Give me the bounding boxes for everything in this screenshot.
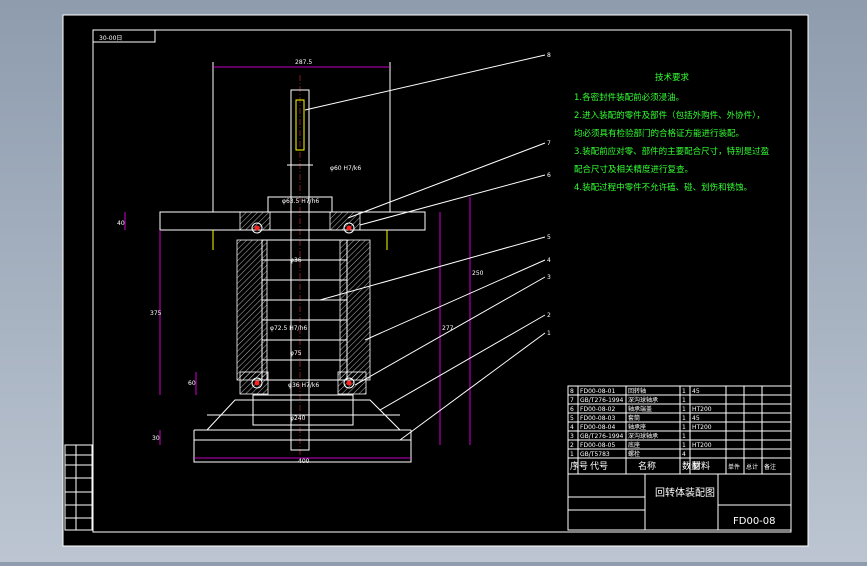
code-box-text: 30-00日 — [99, 35, 122, 42]
tech-line-3: 均必须具有检验部门的合格证方能进行装配。 — [574, 128, 744, 139]
bom-cell: 7 — [570, 397, 574, 404]
bom-cell: 深沟球轴承 — [628, 432, 658, 440]
bom-cell: 6 — [570, 406, 574, 413]
bom-cell: GB/T276-1994 — [580, 433, 624, 440]
bom-cell: HT200 — [692, 442, 712, 449]
balloon-4: 4 — [547, 257, 551, 264]
bom-cell: FD00-08-04 — [580, 424, 615, 431]
bom-cell: 2 — [570, 442, 574, 449]
dim-fit-2: φ63.5 H7/h6 — [282, 198, 319, 205]
dim-fit-5: φ75 — [290, 350, 302, 357]
bom-cell: 4 — [570, 424, 574, 431]
bom-cell: 底座 — [628, 441, 640, 449]
bom-cell: 回转轴 — [628, 387, 646, 395]
tech-line-6: 4.装配过程中零件不允许磕、碰、划伤和锈蚀。 — [574, 182, 752, 193]
bom-cell: 深沟球轴承 — [628, 396, 658, 404]
dim-fit-1: φ60 H7/k6 — [330, 165, 361, 172]
bom-cell: FD00-08-05 — [580, 442, 615, 449]
drawing-number: FD00-08 — [733, 516, 776, 527]
bom-cell: FD00-08-02 — [580, 406, 615, 413]
bom-cell: 45 — [692, 388, 700, 395]
tech-line-4: 3.装配前应对零、部件的主要配合尺寸，特别是过盈 — [574, 146, 770, 157]
bom-cell: FD00-08-01 — [580, 388, 615, 395]
bom-cell: 1 — [682, 397, 686, 404]
bom-cell: 8 — [570, 388, 574, 395]
dim-bottom-w: 400 — [298, 458, 310, 465]
bom-header: 序号 — [570, 460, 588, 472]
bom-cell: 4 — [682, 451, 686, 458]
balloon-7: 7 — [547, 140, 551, 147]
dim-right-2: 277 — [442, 325, 454, 332]
balloon-5: 5 — [547, 234, 551, 241]
tech-line-1: 1.各密封件装配前必须浸油。 — [574, 92, 684, 103]
bom-cell: 螺栓 — [628, 450, 640, 458]
bom-cell: 5 — [570, 415, 574, 422]
balloon-8: 8 — [547, 52, 551, 59]
bom-header: 单件 — [728, 463, 740, 471]
dim-top-width: 287.5 — [295, 59, 312, 66]
dim-right-1: 250 — [472, 270, 484, 277]
balloon-2: 2 — [547, 312, 551, 319]
bom-cell: 轴承座 — [628, 423, 646, 431]
bom-cell: 45 — [692, 415, 700, 422]
bom-cell: 1 — [682, 442, 686, 449]
bom-cell: GB/T276-1994 — [580, 397, 624, 404]
tech-line-2: 2.进入装配的零件及部件（包括外购件、外协件）， — [574, 110, 765, 121]
housing-right — [339, 239, 371, 381]
balloon-3: 3 — [547, 274, 551, 281]
bom-header: 代号 — [590, 461, 608, 472]
drawing-canvas[interactable]: 30-00日 技术要求 1.各密封件装配前必须浸油。 2.进入装配的零件及部件（… — [0, 0, 867, 562]
balloon-6: 6 — [547, 172, 551, 179]
bom-cell: 1 — [682, 424, 686, 431]
dim-h1: 40 — [117, 220, 125, 227]
tech-line-5: 配合尺寸及相关精度进行复查。 — [574, 164, 693, 175]
bom-cell: 套筒 — [628, 414, 640, 422]
bom-cell: HT200 — [692, 406, 712, 413]
bom-cell: 3 — [570, 433, 574, 440]
bom-cell: 1 — [682, 388, 686, 395]
dim-h2: 60 — [188, 380, 196, 387]
bom-cell: 1 — [570, 451, 574, 458]
tech-heading: 技术要求 — [655, 72, 690, 83]
dim-fit-7: φ240 — [290, 415, 306, 422]
bom-cell: FD00-08-03 — [580, 415, 615, 422]
drawing-title: 回转体装配图 — [655, 486, 715, 499]
bom-cell: 1 — [682, 406, 686, 413]
balloon-1: 1 — [547, 330, 551, 337]
bom-cell: GB/T5783 — [580, 451, 610, 458]
cad-viewport[interactable]: 30-00日 技术要求 1.各密封件装配前必须浸油。 2.进入装配的零件及部件（… — [0, 0, 867, 562]
dim-total-h: 375 — [150, 310, 162, 317]
bom-header: 总计 — [746, 463, 758, 471]
bom-header: 备注 — [764, 463, 776, 471]
bom-cell: 轴承端盖 — [628, 405, 652, 413]
bom-header: 名称 — [638, 460, 656, 472]
bom-cell: 1 — [682, 415, 686, 422]
dim-fit-4: φ72.5 H7/h6 — [270, 325, 307, 332]
bom-cell: 1 — [682, 433, 686, 440]
dim-fit-3: φ36 — [290, 257, 302, 264]
dim-fit-6: φ36 H7/k6 — [288, 382, 319, 389]
bom-header: 材料 — [692, 460, 710, 472]
dim-bottom-h: 30 — [152, 435, 160, 442]
bom-cell: HT200 — [692, 424, 712, 431]
